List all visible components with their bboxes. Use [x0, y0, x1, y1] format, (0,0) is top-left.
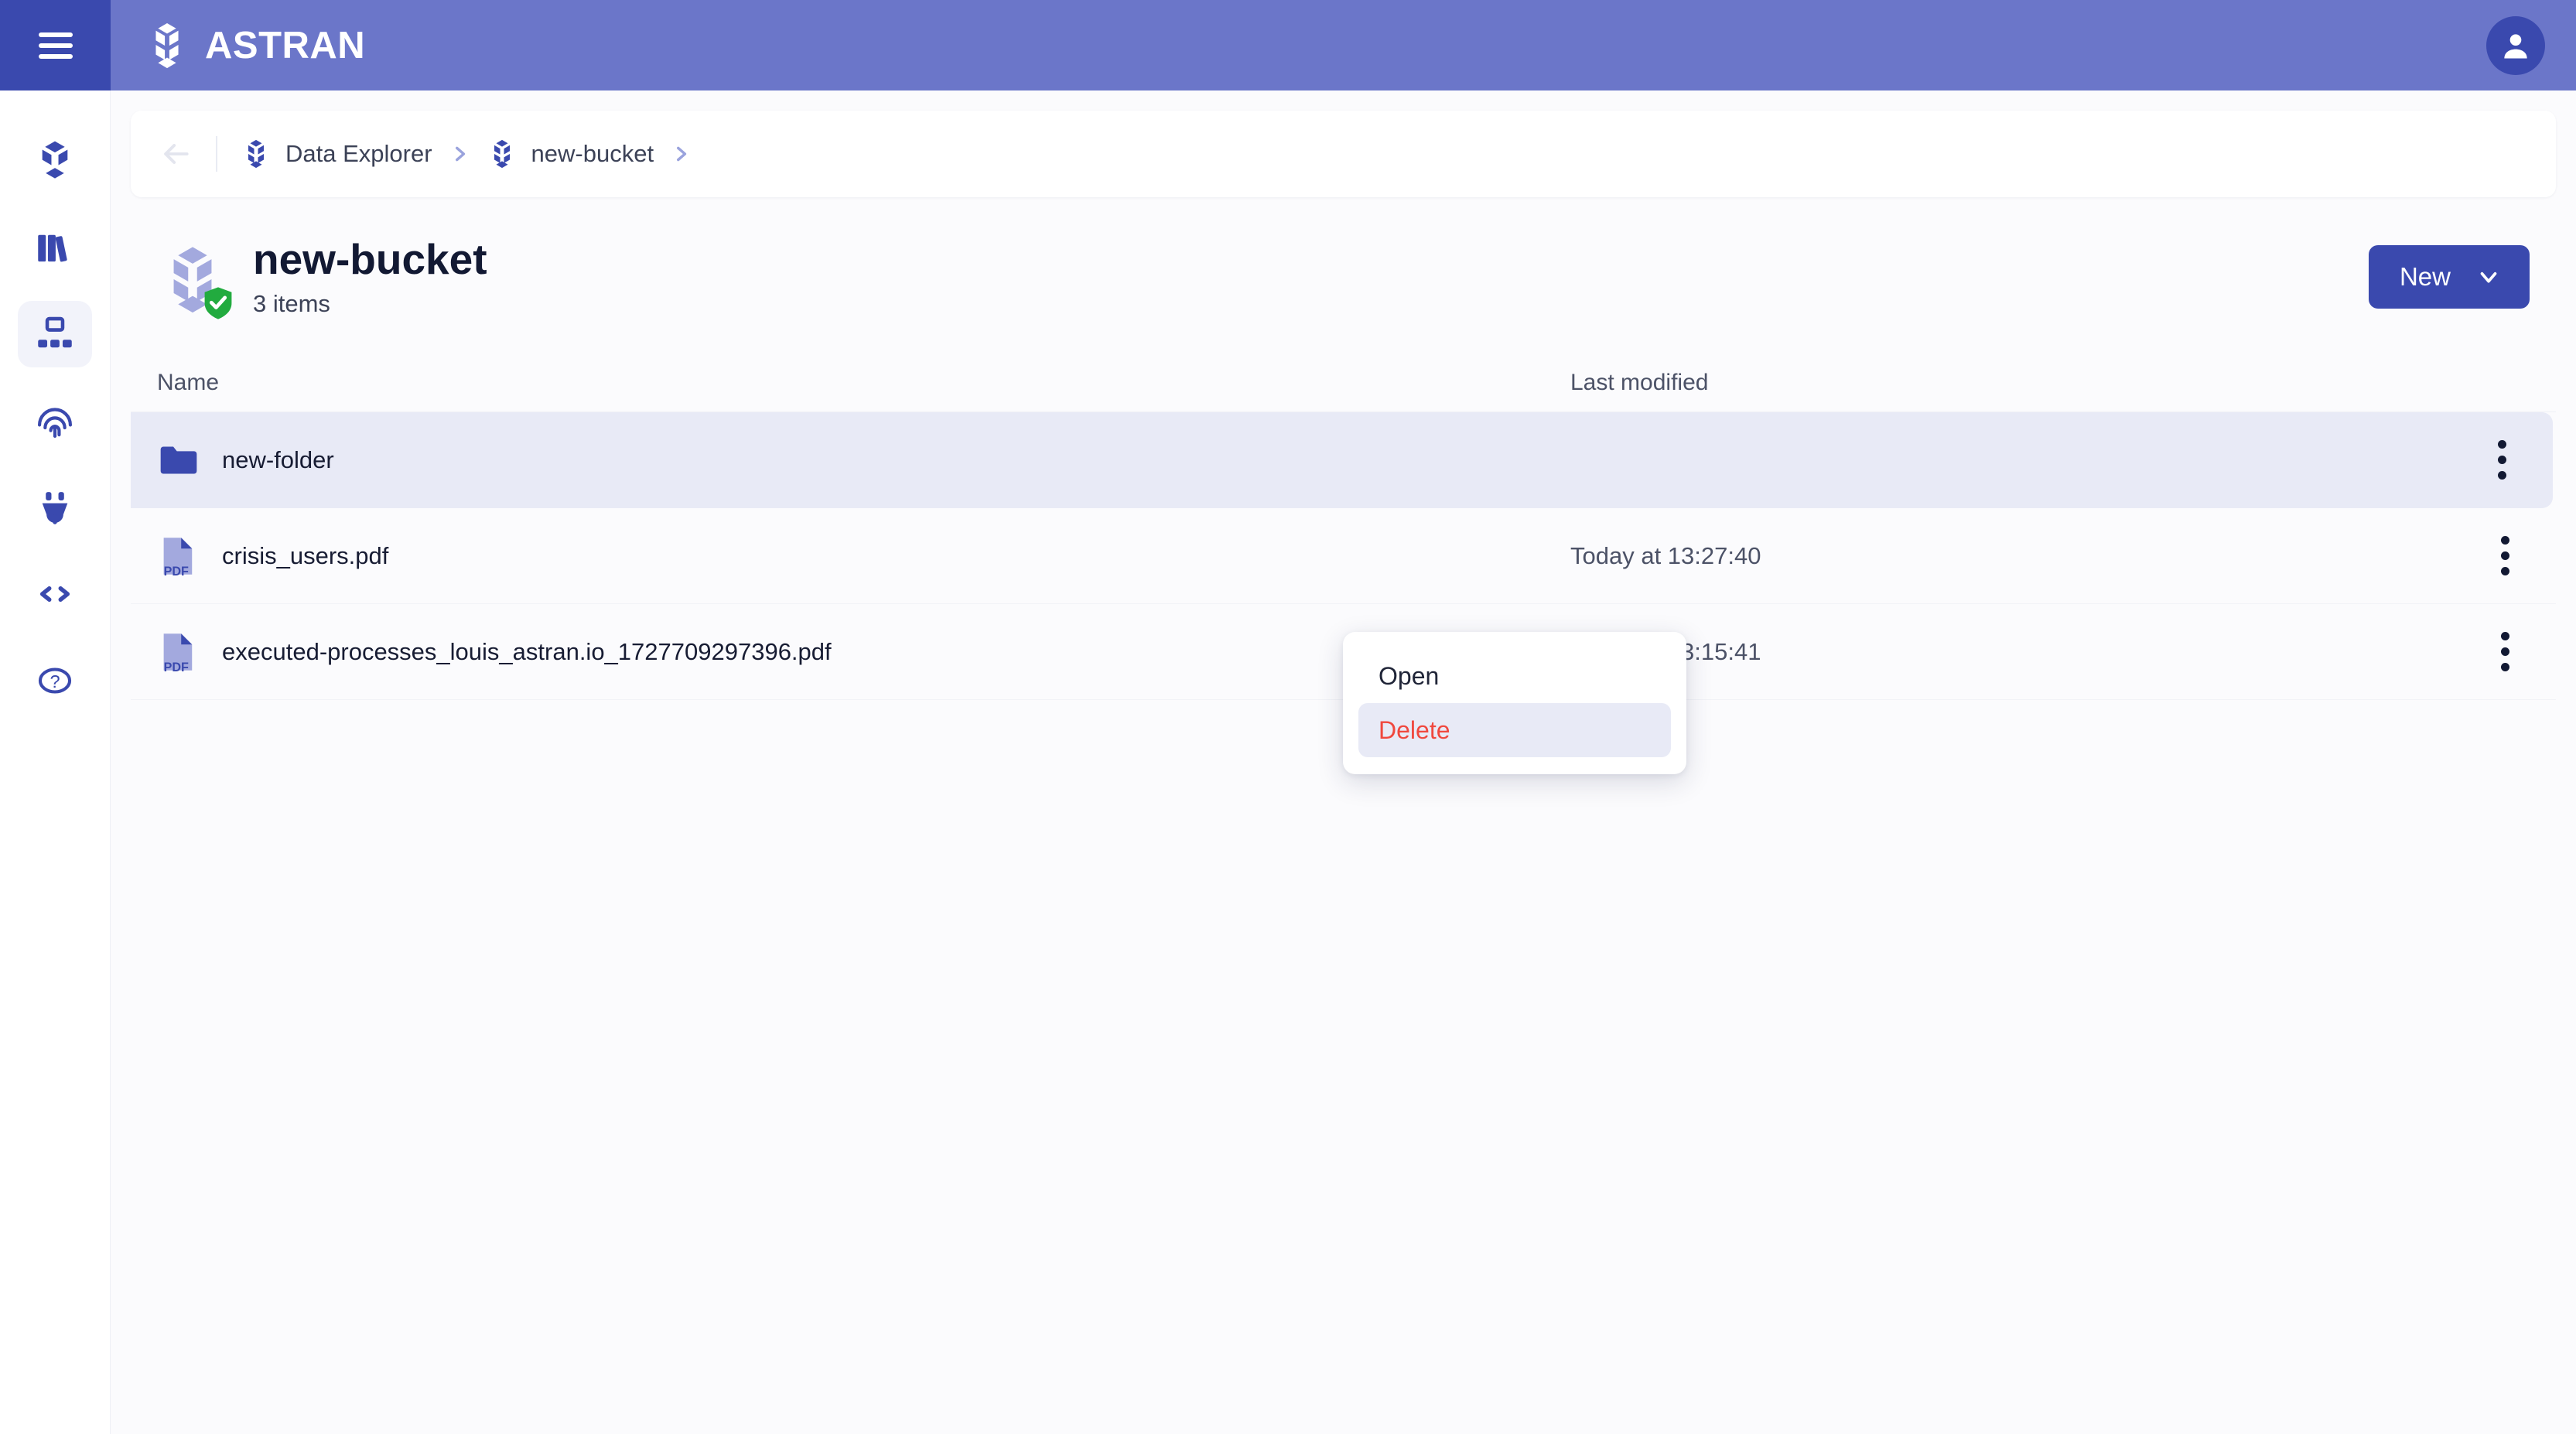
column-header-name: Name — [157, 369, 220, 395]
avatar[interactable] — [2486, 15, 2545, 75]
page-content: Data Explorer new-bucket new-bucket 3 it… — [111, 90, 2576, 1434]
hexagon-icon — [248, 139, 264, 169]
fingerprint-icon — [37, 408, 73, 439]
row-menu-button[interactable] — [2480, 439, 2523, 482]
table-row[interactable]: PDF crisis_users.pdf Today at 13:27:40 — [131, 508, 2556, 605]
row-name-cell: PDF crisis_users.pdf — [157, 534, 1570, 578]
row-modified: Today at 13:15:41 — [1570, 637, 1761, 665]
brand-bar: ASTRAN — [111, 0, 2576, 90]
more-vertical-icon — [2497, 456, 2506, 465]
plug-icon — [42, 492, 68, 524]
page-title-row: new-bucket 3 items New — [131, 197, 2556, 319]
sidebar-item-integrations[interactable] — [18, 474, 92, 541]
svg-text:?: ? — [50, 671, 60, 691]
row-context-menu: Open Delete — [1343, 632, 1686, 774]
context-menu-item-delete[interactable]: Delete — [1358, 703, 1671, 757]
breadcrumb-list: Data Explorer new-bucket — [241, 138, 691, 169]
sidebar-item-data-explorer[interactable] — [18, 301, 92, 367]
row-modified: Today at 13:27:40 — [1570, 541, 1761, 569]
title-text: new-bucket 3 items — [253, 237, 487, 318]
more-vertical-icon — [2500, 632, 2509, 641]
app-root: ASTRAN ? Data Explorer new-bucket new-bu… — [0, 0, 2576, 1434]
breadcrumb-divider — [216, 136, 217, 172]
brand-name: ASTRAN — [205, 24, 366, 67]
breadcrumb-item-data-explorer[interactable]: Data Explorer — [241, 138, 432, 169]
sidebar: ? — [0, 90, 111, 1434]
chevron-right-icon — [455, 146, 465, 162]
hexagon-icon — [494, 139, 510, 169]
page-title: new-bucket — [253, 235, 487, 283]
new-button[interactable]: New — [2368, 245, 2530, 309]
hexagon-cube-icon — [42, 141, 68, 179]
bucket-logo-wrap — [157, 244, 232, 319]
file-name: executed-processes_louis_astran.io_17277… — [222, 637, 832, 665]
sidebar-item-identity[interactable] — [18, 388, 92, 454]
back-arrow-icon[interactable] — [159, 137, 193, 171]
table-row[interactable]: new-folder — [131, 412, 2553, 509]
context-menu-item-open[interactable]: Open — [1358, 649, 1671, 703]
breadcrumb-label: new-bucket — [531, 140, 654, 167]
shield-check-icon — [204, 287, 232, 319]
data-explorer-sitemap-icon — [38, 316, 72, 348]
more-vertical-icon — [2497, 471, 2506, 480]
svg-text:PDF: PDF — [164, 564, 189, 577]
svg-text:PDF: PDF — [164, 660, 189, 673]
new-button-label: New — [2399, 262, 2451, 291]
row-menu-button[interactable] — [2483, 534, 2526, 578]
hamburger-icon — [38, 32, 73, 59]
page-title-group: new-bucket 3 items — [157, 237, 487, 319]
pdf-file-icon: PDF — [163, 633, 193, 674]
breadcrumb: Data Explorer new-bucket — [131, 111, 2556, 197]
help-circle-icon: ? — [38, 667, 72, 694]
more-vertical-icon — [2500, 663, 2509, 672]
row-menu-button[interactable] — [2483, 630, 2526, 674]
chevron-right-icon — [677, 146, 687, 162]
more-vertical-icon — [2500, 536, 2509, 545]
sidebar-item-library[interactable] — [18, 214, 92, 281]
brand[interactable]: ASTRAN — [143, 22, 365, 70]
more-vertical-icon — [2497, 440, 2506, 449]
pdf-file-icon: PDF — [163, 537, 193, 578]
menu-toggle-button[interactable] — [0, 0, 111, 90]
column-header-modified: Last modified — [1570, 369, 1709, 395]
more-vertical-icon — [2500, 551, 2509, 561]
top-bar: ASTRAN — [0, 0, 2576, 90]
user-avatar-icon — [2504, 33, 2527, 58]
more-vertical-icon — [2500, 567, 2509, 576]
code-brackets-icon — [39, 586, 70, 602]
more-vertical-icon — [2500, 647, 2509, 657]
breadcrumb-item-new-bucket[interactable]: new-bucket — [487, 138, 654, 169]
library-books-icon — [38, 234, 67, 262]
sidebar-item-developers[interactable] — [18, 561, 92, 627]
row-name-cell: new-folder — [157, 439, 1570, 482]
sidebar-item-help[interactable]: ? — [18, 647, 92, 714]
folder-icon — [160, 446, 197, 474]
chevron-down-icon — [2480, 271, 2497, 283]
file-name: new-folder — [222, 446, 334, 473]
astran-hexagon-logo — [155, 22, 179, 68]
table-header: Name Last modified — [131, 353, 2556, 413]
item-count: 3 items — [253, 290, 330, 318]
breadcrumb-label: Data Explorer — [285, 140, 432, 167]
file-name: crisis_users.pdf — [222, 541, 389, 569]
sidebar-item-overview[interactable] — [18, 128, 92, 194]
